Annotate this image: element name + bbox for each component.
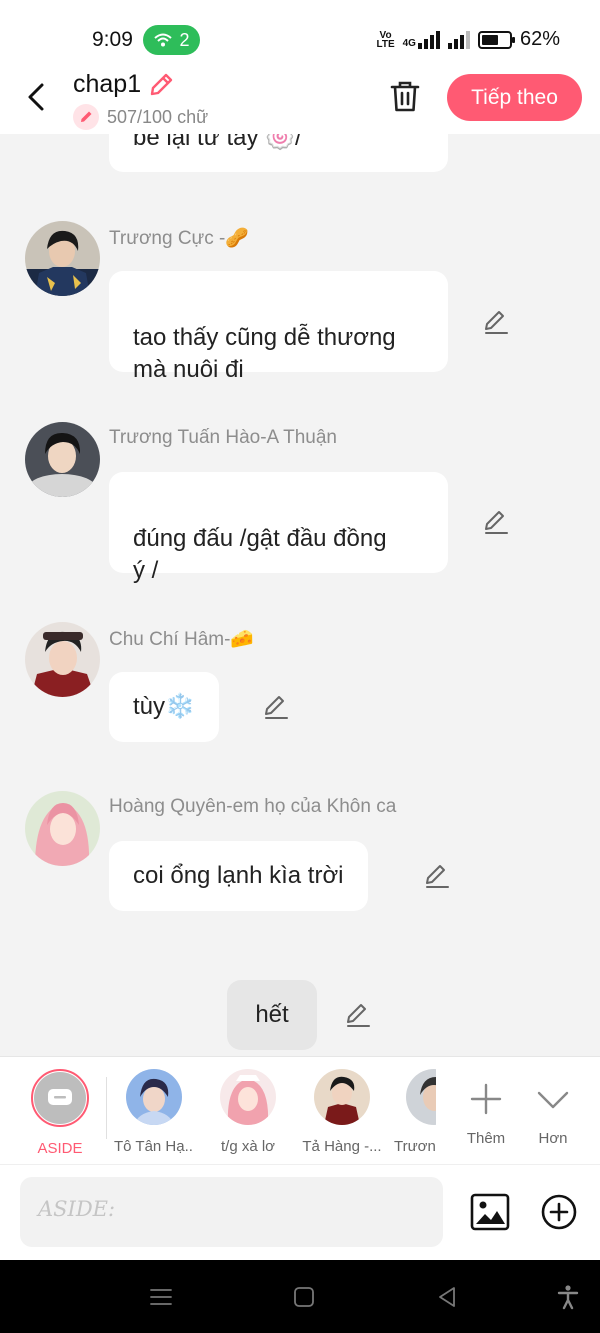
message-input[interactable]: ASIDE: <box>20 1177 443 1247</box>
hotspot-icon <box>154 33 173 47</box>
message-bubble[interactable]: đúng đấu /gật đầu đồng ý / <box>109 472 448 584</box>
character-label: Tả Hàng -... <box>302 1138 382 1155</box>
avatar[interactable] <box>25 791 100 866</box>
edit-icon[interactable] <box>483 509 509 535</box>
menu-icon[interactable] <box>148 1284 174 1310</box>
character-avatar <box>314 1069 370 1125</box>
more-button[interactable]: Hơn <box>513 1069 593 1147</box>
character-avatar <box>220 1069 276 1125</box>
character-aside[interactable]: ASIDE <box>20 1069 100 1157</box>
character-label: t/g xà lơ <box>220 1138 276 1155</box>
sender-name: Trương Tuấn Hào-A Thuận <box>109 427 337 448</box>
aside-text: hết <box>255 1001 289 1028</box>
status-indicators: Vo LTE 4G 62% <box>376 28 560 51</box>
character-label: Tô Tân Hạ... <box>114 1138 194 1155</box>
signal-icon <box>447 30 470 49</box>
hotspot-count: 2 <box>179 29 190 50</box>
image-icon[interactable] <box>470 1193 510 1231</box>
plus-icon <box>470 1083 502 1115</box>
edit-icon[interactable] <box>424 863 450 889</box>
character-bar: ASIDE Tô Tân Hạ... t/g xà lơ Tả Hàng -..… <box>0 1056 600 1164</box>
character-item[interactable]: Tả Hàng -... <box>302 1069 382 1155</box>
word-count-text: 507/100 chữ <box>107 106 209 127</box>
avatar[interactable] <box>25 221 100 296</box>
character-item[interactable]: t/g xà lơ <box>208 1069 288 1155</box>
next-button[interactable]: Tiếp theo <box>447 74 582 121</box>
character-avatar <box>406 1069 436 1125</box>
message-text: đúng đấu /gật đầu đồng ý / <box>133 525 387 584</box>
volte-icon: Vo LTE <box>376 29 395 50</box>
message-text: bé lại từ tay 🍥/ <box>133 134 302 151</box>
divider <box>106 1077 107 1139</box>
message-bubble[interactable]: tao thấy cũng dễ thương mà nuôi đi <box>109 271 448 383</box>
message-text: tùy❄️ <box>133 693 195 720</box>
message-text: tao thấy cũng dễ thương mà nuôi đi <box>133 324 396 383</box>
sender-name: Hoàng Quyên-em họ của Khôn ca <box>109 796 397 817</box>
sender-name: Chu Chí Hâm-🧀 <box>109 629 255 650</box>
battery-icon <box>477 30 515 49</box>
chevron-down-icon <box>537 1091 569 1109</box>
word-count: 507/100 chữ <box>73 104 208 130</box>
back-triangle-icon[interactable] <box>434 1284 460 1310</box>
chat-area[interactable]: bé lại từ tay 🍥/ Trương Cực -🥜 tao thấy … <box>0 134 600 1056</box>
back-icon[interactable] <box>22 80 52 114</box>
character-item[interactable]: Tô Tân Hạ... <box>114 1069 194 1155</box>
message-bubble[interactable]: coi ổng lạnh kìa trời <box>109 841 368 911</box>
hotspot-badge: 2 <box>143 25 200 55</box>
chat-bubble-icon <box>48 1089 72 1105</box>
edit-icon[interactable] <box>483 309 509 335</box>
pencil-icon[interactable] <box>147 71 175 99</box>
sender-name: Trương Cực -🥜 <box>109 228 250 249</box>
chapter-title[interactable]: chap1 <box>73 70 175 99</box>
chapter-title-text: chap1 <box>73 70 142 98</box>
aside-bubble[interactable]: hết <box>227 980 317 1050</box>
character-item[interactable]: Trươn <box>392 1069 436 1155</box>
character-label: ASIDE <box>37 1140 83 1157</box>
add-circle-icon[interactable] <box>540 1193 578 1231</box>
avatar[interactable] <box>25 422 100 497</box>
trash-icon[interactable] <box>388 78 422 114</box>
message-bubble[interactable]: tùy❄️ <box>109 672 219 742</box>
message-text: coi ổng lạnh kìa trời <box>133 862 344 889</box>
edit-icon[interactable] <box>345 1002 371 1028</box>
battery-percent: 62% <box>519 28 560 50</box>
clock: 9:09 <box>92 28 133 51</box>
more-label: Hơn <box>538 1130 568 1147</box>
pen-badge-icon <box>73 104 99 130</box>
edit-icon[interactable] <box>263 694 289 720</box>
signal-4g-icon: 4G <box>403 30 440 49</box>
header: chap1 507/100 chữ Tiếp theo <box>0 68 600 134</box>
character-label: Trươn <box>394 1138 436 1155</box>
avatar[interactable] <box>25 622 100 697</box>
message-bubble[interactable]: bé lại từ tay 🍥/ <box>109 134 448 172</box>
character-avatar <box>126 1069 182 1125</box>
accessibility-icon[interactable] <box>555 1284 581 1310</box>
input-row: ASIDE: <box>0 1164 600 1260</box>
aside-avatar <box>31 1069 89 1127</box>
system-nav-bar <box>0 1260 600 1333</box>
home-icon[interactable] <box>291 1284 317 1310</box>
